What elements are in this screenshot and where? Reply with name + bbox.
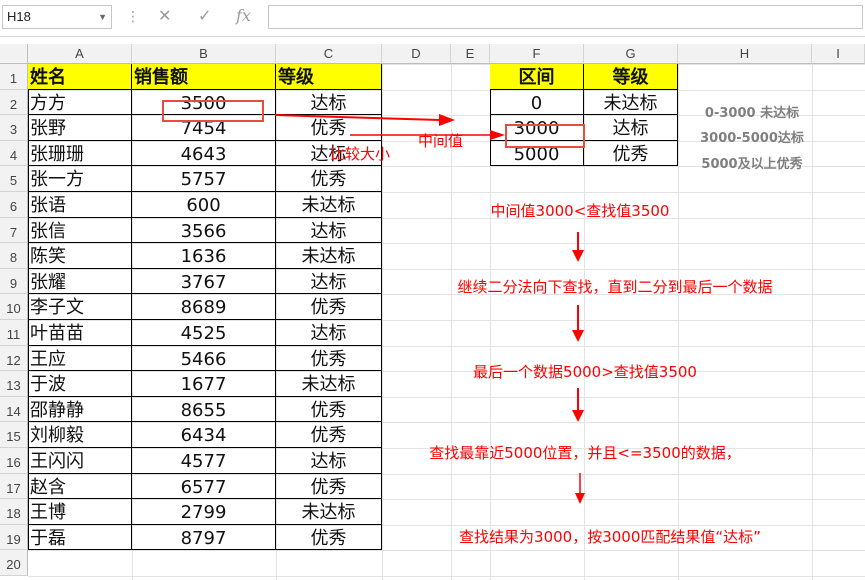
arrow-to-middle-icon	[350, 130, 505, 140]
arrow-down-icon	[572, 232, 584, 262]
arrow-down-icon	[575, 473, 585, 504]
arrow-right-icon	[274, 114, 455, 126]
arrow-down-icon	[572, 305, 584, 342]
annotation-arrows	[274, 114, 585, 504]
arrow-down-icon	[572, 388, 584, 422]
